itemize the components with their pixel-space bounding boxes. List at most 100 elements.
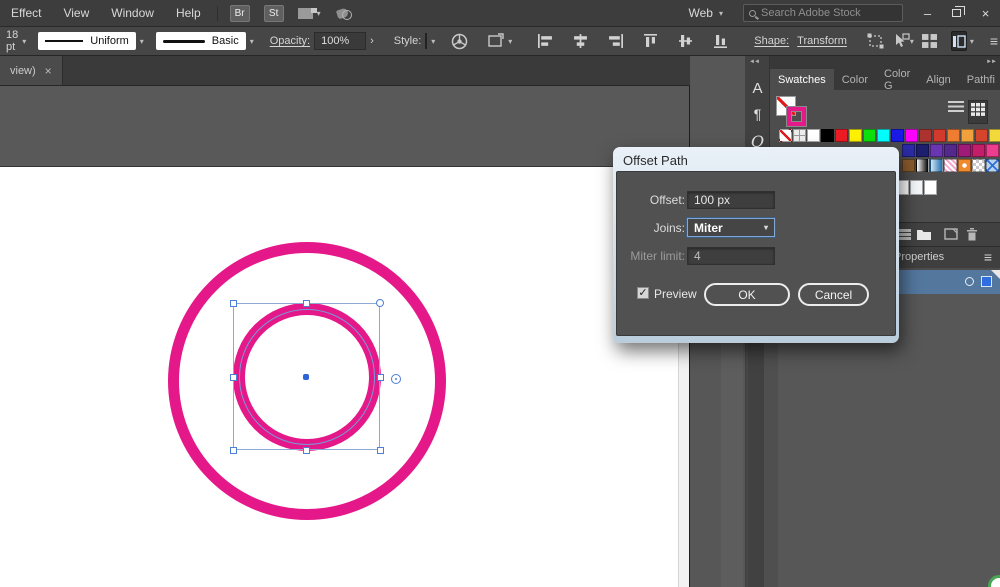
swatch[interactable] — [986, 159, 999, 172]
swatch[interactable] — [947, 129, 960, 142]
chevron-down-icon[interactable]: ▾ — [970, 37, 974, 46]
swatch[interactable] — [910, 180, 923, 195]
swatch[interactable] — [905, 129, 918, 142]
joins-select[interactable]: Miter ▾ — [687, 218, 775, 237]
swatch[interactable] — [958, 159, 971, 172]
tab-align[interactable]: Align — [918, 69, 958, 90]
close-tab-icon[interactable]: × — [45, 64, 52, 78]
swatch[interactable] — [961, 129, 974, 142]
stock-search[interactable] — [743, 4, 903, 22]
cancel-button[interactable]: Cancel — [798, 283, 869, 306]
opacity-label[interactable]: Opacity: — [270, 35, 310, 47]
chevron-down-icon[interactable]: ▾ — [140, 37, 144, 46]
properties-menu-icon[interactable] — [984, 249, 992, 265]
selection-handle-bottom-right[interactable] — [377, 447, 384, 454]
isolate-selection-icon[interactable]: ▾ — [892, 33, 914, 49]
swatch[interactable] — [807, 129, 820, 142]
menu-help[interactable]: Help — [165, 0, 212, 26]
ok-button[interactable]: OK — [704, 283, 790, 306]
align-left-icon[interactable] — [538, 34, 553, 48]
swatch[interactable] — [944, 159, 957, 172]
tab-swatches[interactable]: Swatches — [770, 69, 834, 90]
selection-handle-middle-right[interactable] — [377, 374, 384, 381]
swatch[interactable] — [930, 144, 943, 157]
document-tab[interactable]: view) × — [0, 56, 63, 85]
menu-window[interactable]: Window — [100, 0, 165, 26]
swatch[interactable] — [821, 129, 834, 142]
style-swatch[interactable] — [425, 33, 428, 49]
swatch[interactable] — [972, 159, 985, 172]
tab-color-guide[interactable]: Color G — [876, 68, 918, 92]
align-bottom-icon[interactable] — [713, 34, 728, 48]
paragraph-panel-icon[interactable]: ¶ — [745, 106, 770, 122]
panel-dock-toggle[interactable] — [950, 31, 967, 51]
chevron-down-icon[interactable]: ▾ — [431, 37, 435, 46]
selection-handle-top-center[interactable] — [303, 300, 310, 307]
tab-color[interactable]: Color — [834, 69, 876, 90]
chevron-down-icon[interactable]: ▾ — [22, 37, 26, 46]
opacity-expander[interactable]: › — [370, 35, 374, 47]
swatch[interactable] — [944, 144, 957, 157]
swatch-libraries-icon[interactable] — [898, 227, 912, 246]
swatch[interactable] — [975, 129, 988, 142]
delete-swatch-icon[interactable] — [966, 227, 978, 246]
grid-view-icon[interactable] — [968, 100, 988, 124]
selection-handle-bottom-left[interactable] — [230, 447, 237, 454]
minimize-button[interactable]: – — [913, 0, 942, 26]
workspace-grid-icon[interactable] — [921, 34, 937, 48]
tab-pathfinder[interactable]: Pathfi — [959, 69, 1000, 90]
corner-widget-handle[interactable] — [376, 299, 384, 307]
swatch-folder-icon[interactable] — [916, 227, 932, 246]
swatch[interactable] — [933, 129, 946, 142]
swatch[interactable] — [835, 129, 848, 142]
arrange-documents-button[interactable]: ▾ — [297, 7, 321, 19]
swatch[interactable] — [863, 129, 876, 142]
bridge-button[interactable]: Br — [229, 4, 250, 22]
preview-label[interactable]: Preview — [654, 287, 697, 301]
recolor-artwork-icon[interactable] — [451, 33, 468, 50]
workspace-switcher[interactable]: Web ▾ — [679, 6, 733, 20]
swatch[interactable] — [986, 144, 999, 157]
swatch[interactable] — [849, 129, 862, 142]
stroke-profile-select[interactable]: Uniform — [38, 32, 136, 50]
menu-view[interactable]: View — [52, 0, 100, 26]
character-panel-icon[interactable]: A — [745, 80, 770, 97]
close-button[interactable]: × — [971, 0, 1000, 26]
offset-input[interactable]: 100 px — [687, 191, 775, 209]
swatch[interactable] — [877, 129, 890, 142]
menu-effect[interactable]: Effect — [0, 0, 52, 26]
swatch[interactable] — [930, 159, 943, 172]
swatch[interactable] — [958, 144, 971, 157]
collapse-panels-icon[interactable] — [749, 59, 759, 65]
rotate-widget-icon[interactable] — [391, 374, 401, 384]
swatch[interactable] — [779, 129, 792, 142]
swatch[interactable] — [924, 180, 937, 195]
expand-panels-icon[interactable] — [986, 59, 996, 65]
swatch[interactable] — [916, 144, 929, 157]
align-center-icon[interactable] — [573, 34, 588, 48]
swatch[interactable] — [902, 159, 915, 172]
swatch[interactable] — [919, 129, 932, 142]
swatch[interactable] — [916, 159, 929, 172]
restore-button[interactable] — [942, 0, 971, 26]
selection-handle-middle-left[interactable] — [230, 374, 237, 381]
preview-checkbox[interactable]: ✓ — [637, 287, 649, 299]
search-input[interactable] — [761, 7, 891, 19]
miter-limit-input[interactable]: 4 — [687, 247, 775, 265]
document-setup-icon[interactable]: ▾ — [488, 33, 512, 49]
dialog-title[interactable]: Offset Path — [616, 150, 896, 171]
new-swatch-icon[interactable] — [944, 227, 958, 246]
selection-handle-bottom-center[interactable] — [303, 447, 310, 454]
align-top-icon[interactable] — [643, 34, 658, 48]
opacity-field[interactable]: 100% — [314, 32, 367, 50]
stroke-pink-swatch[interactable] — [787, 107, 806, 126]
swatch[interactable] — [902, 144, 915, 157]
swatch[interactable] — [989, 129, 1000, 142]
swatch[interactable] — [891, 129, 904, 142]
selection-center-point[interactable] — [303, 374, 309, 380]
canvas-area[interactable] — [0, 86, 690, 587]
align-right-icon[interactable] — [608, 34, 624, 48]
selection-handle-top-left[interactable] — [230, 300, 237, 307]
stroke-size-value[interactable]: 18 pt — [6, 29, 18, 53]
bounding-box-icon[interactable] — [867, 33, 884, 49]
